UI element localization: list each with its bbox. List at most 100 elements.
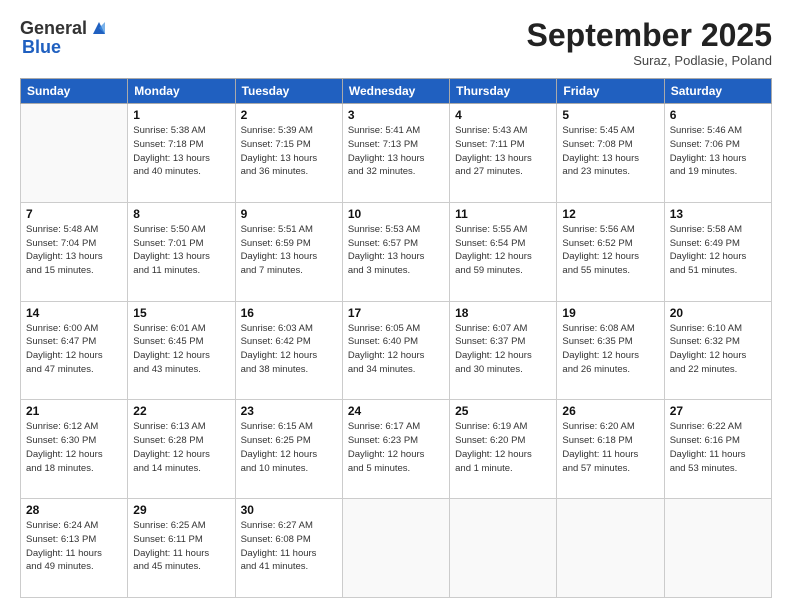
day-info: Sunrise: 6:27 AM Sunset: 6:08 PM Dayligh… [241,519,337,574]
day-info: Sunrise: 6:15 AM Sunset: 6:25 PM Dayligh… [241,420,337,475]
day-info: Sunrise: 6:10 AM Sunset: 6:32 PM Dayligh… [670,322,766,377]
day-number: 15 [133,306,229,320]
table-row: 16 Sunrise: 6:03 AM Sunset: 6:42 PM Dayli… [235,301,342,400]
subtitle: Suraz, Podlasie, Poland [527,53,772,68]
table-row: 18 Sunrise: 6:07 AM Sunset: 6:37 PM Dayli… [450,301,557,400]
day-info: Sunrise: 5:38 AM Sunset: 7:18 PM Dayligh… [133,124,229,179]
day-number: 27 [670,404,766,418]
day-number: 7 [26,207,122,221]
day-info: Sunrise: 5:53 AM Sunset: 6:57 PM Dayligh… [348,223,444,278]
col-tuesday: Tuesday [235,79,342,104]
table-row: 27 Sunrise: 6:22 AM Sunset: 6:16 PM Dayli… [664,400,771,499]
day-number: 29 [133,503,229,517]
table-row [450,499,557,598]
table-row: 11 Sunrise: 5:55 AM Sunset: 6:54 PM Dayli… [450,202,557,301]
day-number: 26 [562,404,658,418]
day-info: Sunrise: 6:03 AM Sunset: 6:42 PM Dayligh… [241,322,337,377]
day-info: Sunrise: 6:01 AM Sunset: 6:45 PM Dayligh… [133,322,229,377]
header: General Blue September 2025 Suraz, Podla… [20,18,772,68]
day-info: Sunrise: 6:08 AM Sunset: 6:35 PM Dayligh… [562,322,658,377]
day-number: 21 [26,404,122,418]
day-info: Sunrise: 6:20 AM Sunset: 6:18 PM Dayligh… [562,420,658,475]
table-row: 5 Sunrise: 5:45 AM Sunset: 7:08 PM Daylig… [557,104,664,203]
day-info: Sunrise: 6:24 AM Sunset: 6:13 PM Dayligh… [26,519,122,574]
logo: General Blue [20,18,109,56]
day-info: Sunrise: 5:55 AM Sunset: 6:54 PM Dayligh… [455,223,551,278]
day-info: Sunrise: 5:48 AM Sunset: 7:04 PM Dayligh… [26,223,122,278]
table-row [21,104,128,203]
day-info: Sunrise: 6:07 AM Sunset: 6:37 PM Dayligh… [455,322,551,377]
day-number: 23 [241,404,337,418]
day-info: Sunrise: 5:46 AM Sunset: 7:06 PM Dayligh… [670,124,766,179]
logo-icon [89,18,109,38]
table-row: 28 Sunrise: 6:24 AM Sunset: 6:13 PM Dayli… [21,499,128,598]
table-row: 4 Sunrise: 5:43 AM Sunset: 7:11 PM Daylig… [450,104,557,203]
col-wednesday: Wednesday [342,79,449,104]
col-sunday: Sunday [21,79,128,104]
title-block: September 2025 Suraz, Podlasie, Poland [527,18,772,68]
day-number: 1 [133,108,229,122]
day-info: Sunrise: 6:19 AM Sunset: 6:20 PM Dayligh… [455,420,551,475]
day-number: 20 [670,306,766,320]
col-monday: Monday [128,79,235,104]
table-row: 30Sunrise: 6:27 AM Sunset: 6:08 PM Dayli… [235,499,342,598]
day-info: Sunrise: 5:45 AM Sunset: 7:08 PM Dayligh… [562,124,658,179]
table-row: 12 Sunrise: 5:56 AM Sunset: 6:52 PM Dayli… [557,202,664,301]
table-row: 3Sunrise: 5:41 AM Sunset: 7:13 PM Daylig… [342,104,449,203]
table-row: 24 Sunrise: 6:17 AM Sunset: 6:23 PM Dayli… [342,400,449,499]
day-info: Sunrise: 6:22 AM Sunset: 6:16 PM Dayligh… [670,420,766,475]
day-info: Sunrise: 6:17 AM Sunset: 6:23 PM Dayligh… [348,420,444,475]
table-row: 7 Sunrise: 5:48 AM Sunset: 7:04 PM Daylig… [21,202,128,301]
table-row [557,499,664,598]
day-info: Sunrise: 5:56 AM Sunset: 6:52 PM Dayligh… [562,223,658,278]
day-info: Sunrise: 5:39 AM Sunset: 7:15 PM Dayligh… [241,124,337,179]
table-row: 10Sunrise: 5:53 AM Sunset: 6:57 PM Dayli… [342,202,449,301]
calendar-table: Sunday Monday Tuesday Wednesday Thursday… [20,78,772,598]
day-number: 9 [241,207,337,221]
day-number: 3 [348,108,444,122]
col-saturday: Saturday [664,79,771,104]
day-number: 25 [455,404,551,418]
table-row: 29Sunrise: 6:25 AM Sunset: 6:11 PM Dayli… [128,499,235,598]
day-info: Sunrise: 5:50 AM Sunset: 7:01 PM Dayligh… [133,223,229,278]
table-row: 20 Sunrise: 6:10 AM Sunset: 6:32 PM Dayli… [664,301,771,400]
day-number: 5 [562,108,658,122]
table-row: 25 Sunrise: 6:19 AM Sunset: 6:20 PM Dayli… [450,400,557,499]
day-number: 8 [133,207,229,221]
table-row: 17 Sunrise: 6:05 AM Sunset: 6:40 PM Dayli… [342,301,449,400]
logo-blue: Blue [20,38,109,56]
day-number: 19 [562,306,658,320]
table-row: 14 Sunrise: 6:00 AM Sunset: 6:47 PM Dayli… [21,301,128,400]
day-number: 12 [562,207,658,221]
day-number: 22 [133,404,229,418]
day-number: 11 [455,207,551,221]
day-number: 13 [670,207,766,221]
day-number: 18 [455,306,551,320]
day-info: Sunrise: 5:43 AM Sunset: 7:11 PM Dayligh… [455,124,551,179]
table-row [342,499,449,598]
day-info: Sunrise: 5:51 AM Sunset: 6:59 PM Dayligh… [241,223,337,278]
table-row: 9 Sunrise: 5:51 AM Sunset: 6:59 PM Daylig… [235,202,342,301]
table-row: 6Sunrise: 5:46 AM Sunset: 7:06 PM Daylig… [664,104,771,203]
table-row: 19 Sunrise: 6:08 AM Sunset: 6:35 PM Dayli… [557,301,664,400]
table-row: 21 Sunrise: 6:12 AM Sunset: 6:30 PM Dayli… [21,400,128,499]
logo-general: General [20,19,87,37]
day-number: 24 [348,404,444,418]
day-number: 4 [455,108,551,122]
day-number: 14 [26,306,122,320]
day-number: 2 [241,108,337,122]
day-info: Sunrise: 6:00 AM Sunset: 6:47 PM Dayligh… [26,322,122,377]
day-number: 28 [26,503,122,517]
day-info: Sunrise: 6:05 AM Sunset: 6:40 PM Dayligh… [348,322,444,377]
table-row: 2 Sunrise: 5:39 AM Sunset: 7:15 PM Daylig… [235,104,342,203]
day-info: Sunrise: 6:12 AM Sunset: 6:30 PM Dayligh… [26,420,122,475]
col-friday: Friday [557,79,664,104]
table-row: 22 Sunrise: 6:13 AM Sunset: 6:28 PM Dayli… [128,400,235,499]
day-number: 17 [348,306,444,320]
table-row: 26 Sunrise: 6:20 AM Sunset: 6:18 PM Dayli… [557,400,664,499]
day-info: Sunrise: 6:13 AM Sunset: 6:28 PM Dayligh… [133,420,229,475]
table-row: 13 Sunrise: 5:58 AM Sunset: 6:49 PM Dayli… [664,202,771,301]
day-number: 16 [241,306,337,320]
day-info: Sunrise: 5:58 AM Sunset: 6:49 PM Dayligh… [670,223,766,278]
table-row: 1 Sunrise: 5:38 AM Sunset: 7:18 PM Daylig… [128,104,235,203]
